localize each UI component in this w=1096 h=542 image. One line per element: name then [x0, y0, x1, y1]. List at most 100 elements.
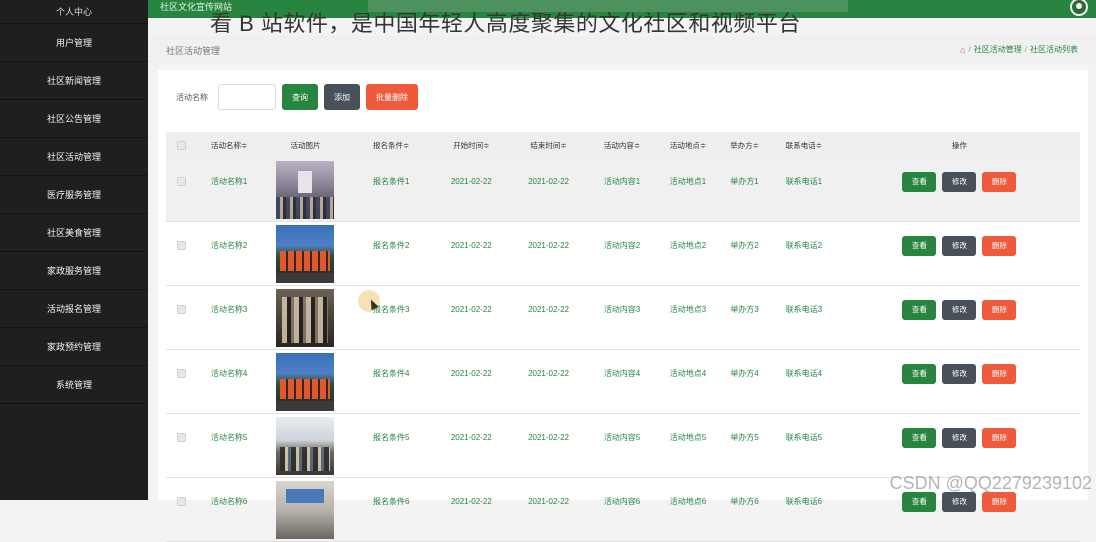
- sidebar-item-users[interactable]: 用户管理: [0, 24, 148, 62]
- breadcrumb-bar: 社区活动管理 ⌂ / 社区活动管理 / 社区活动列表: [148, 36, 1096, 64]
- search-row: 活动名称 查询 添加 批量删除: [176, 84, 418, 110]
- header-condition[interactable]: 报名条件≑: [349, 140, 434, 151]
- cell-name: 活动名称6: [196, 496, 262, 507]
- activity-image: [262, 289, 349, 347]
- cell-end-time: 2021-02-22: [509, 369, 588, 378]
- query-button[interactable]: 查询: [282, 84, 318, 110]
- activity-name-input[interactable]: [218, 84, 276, 110]
- sidebar-item-label: 用户管理: [56, 36, 92, 49]
- batch-delete-button[interactable]: 批量删除: [366, 84, 418, 110]
- header-phone[interactable]: 联系电话≑: [769, 140, 839, 151]
- table-row: 活动名称5 报名条件5 2021-02-22 2021-02-22 活动内容5 …: [166, 414, 1080, 478]
- cell-name: 活动名称5: [196, 432, 262, 443]
- view-button[interactable]: 查看: [902, 236, 936, 256]
- add-button[interactable]: 添加: [324, 84, 360, 110]
- cell-phone: 联系电话1: [769, 176, 839, 187]
- sidebar-item-registrations[interactable]: 活动报名管理: [0, 290, 148, 328]
- header-name[interactable]: 活动名称≑: [196, 140, 262, 151]
- cell-name: 活动名称4: [196, 368, 262, 379]
- view-button[interactable]: 查看: [902, 172, 936, 192]
- cell-start-time: 2021-02-22: [434, 241, 509, 250]
- row-operations: 查看 修改 删除: [839, 380, 1080, 384]
- breadcrumb-item[interactable]: 社区活动管理: [974, 44, 1022, 55]
- sidebar-item-housekeeping[interactable]: 家政服务管理: [0, 252, 148, 290]
- cell-end-time: 2021-02-22: [509, 433, 588, 442]
- edit-button[interactable]: 修改: [942, 172, 976, 192]
- row-checkbox[interactable]: [166, 497, 196, 506]
- delete-button[interactable]: 删除: [982, 364, 1016, 384]
- cell-content: 活动内容6: [588, 496, 656, 507]
- header-image: 活动图片: [262, 140, 349, 151]
- row-checkbox[interactable]: [166, 433, 196, 442]
- breadcrumb: ⌂ / 社区活动管理 / 社区活动列表: [960, 44, 1078, 55]
- sidebar-item-appointments[interactable]: 家政预约管理: [0, 328, 148, 366]
- cell-end-time: 2021-02-22: [509, 305, 588, 314]
- table-header: 活动名称≑ 活动图片 报名条件≑ 开始时间≑ 结束时间≑ 活动内容≑ 活动地点≑…: [166, 132, 1080, 158]
- header-content[interactable]: 活动内容≑: [588, 140, 656, 151]
- activity-image: [262, 161, 349, 219]
- activity-image: [262, 481, 349, 539]
- cell-end-time: 2021-02-22: [509, 177, 588, 186]
- delete-button[interactable]: 删除: [982, 300, 1016, 320]
- page-title: 社区活动管理: [166, 44, 220, 57]
- select-all-checkbox[interactable]: [166, 141, 196, 150]
- edit-button[interactable]: 修改: [942, 364, 976, 384]
- cell-name: 活动名称3: [196, 304, 262, 315]
- row-operations: 查看 修改 删除: [839, 316, 1080, 320]
- sidebar-item-label: 社区公告管理: [47, 112, 101, 125]
- sidebar-item-system[interactable]: 系统管理: [0, 366, 148, 404]
- content-panel: 活动名称 查询 添加 批量删除 活动名称≑ 活动图片 报名条件≑ 开始时间≑ 结…: [158, 70, 1088, 500]
- delete-button[interactable]: 删除: [982, 236, 1016, 256]
- breadcrumb-separator: /: [969, 45, 971, 54]
- view-button[interactable]: 查看: [902, 428, 936, 448]
- activity-image: [262, 417, 349, 475]
- user-avatar-icon[interactable]: [1070, 0, 1088, 16]
- header-place[interactable]: 活动地点≑: [656, 140, 720, 151]
- table-row: 活动名称1 报名条件1 2021-02-22 2021-02-22 活动内容1 …: [166, 158, 1080, 222]
- cell-content: 活动内容2: [588, 240, 656, 251]
- row-checkbox[interactable]: [166, 177, 196, 186]
- header-start-time[interactable]: 开始时间≑: [434, 140, 509, 151]
- sidebar-item-profile[interactable]: 个人中心: [0, 0, 148, 24]
- edit-button[interactable]: 修改: [942, 428, 976, 448]
- edit-button[interactable]: 修改: [942, 300, 976, 320]
- delete-button[interactable]: 删除: [982, 172, 1016, 192]
- cell-condition: 报名条件4: [349, 368, 434, 379]
- row-operations: 查看 修改 删除: [839, 188, 1080, 192]
- sidebar-item-food[interactable]: 社区美食管理: [0, 214, 148, 252]
- cell-place: 活动地点4: [656, 368, 720, 379]
- header-end-time[interactable]: 结束时间≑: [509, 140, 588, 151]
- cell-content: 活动内容4: [588, 368, 656, 379]
- row-checkbox[interactable]: [166, 305, 196, 314]
- cell-phone: 联系电话2: [769, 240, 839, 251]
- sidebar-item-activities[interactable]: 社区活动管理: [0, 138, 148, 176]
- delete-button[interactable]: 删除: [982, 492, 1016, 512]
- cell-condition: 报名条件6: [349, 496, 434, 507]
- sidebar-item-label: 社区美食管理: [47, 226, 101, 239]
- view-button[interactable]: 查看: [902, 492, 936, 512]
- row-checkbox[interactable]: [166, 241, 196, 250]
- sidebar-item-medical[interactable]: 医疗服务管理: [0, 176, 148, 214]
- sidebar-item-label: 个人中心: [56, 5, 92, 18]
- cell-place: 活动地点1: [656, 176, 720, 187]
- view-button[interactable]: 查看: [902, 300, 936, 320]
- row-checkbox[interactable]: [166, 369, 196, 378]
- cell-place: 活动地点3: [656, 304, 720, 315]
- cell-organizer: 举办方2: [720, 240, 769, 251]
- cell-phone: 联系电话4: [769, 368, 839, 379]
- sidebar-item-label: 社区活动管理: [47, 150, 101, 163]
- cell-start-time: 2021-02-22: [434, 497, 509, 506]
- sidebar-item-news[interactable]: 社区新闻管理: [0, 62, 148, 100]
- edit-button[interactable]: 修改: [942, 492, 976, 512]
- delete-button[interactable]: 删除: [982, 428, 1016, 448]
- watermark: CSDN @QQ2279239102: [890, 473, 1092, 494]
- header-organizer[interactable]: 举办方≑: [720, 140, 769, 151]
- home-icon[interactable]: ⌂: [960, 45, 965, 55]
- view-button[interactable]: 查看: [902, 364, 936, 384]
- edit-button[interactable]: 修改: [942, 236, 976, 256]
- header-operations: 操作: [839, 140, 1080, 151]
- cell-place: 活动地点6: [656, 496, 720, 507]
- cell-organizer: 举办方1: [720, 176, 769, 187]
- cell-name: 活动名称1: [196, 176, 262, 187]
- sidebar-item-notices[interactable]: 社区公告管理: [0, 100, 148, 138]
